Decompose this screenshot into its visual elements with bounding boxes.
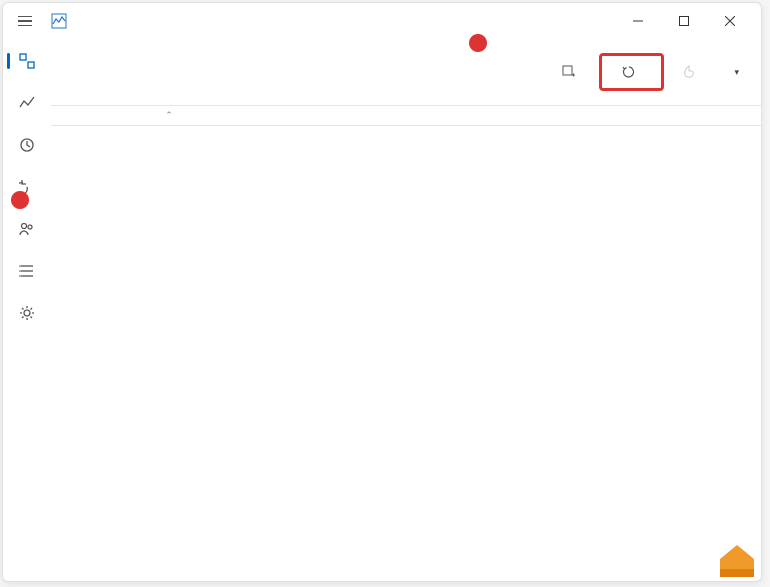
hamburger-menu-button[interactable] <box>11 7 39 35</box>
chevron-down-icon: ▾ <box>734 67 739 78</box>
table-body <box>51 134 761 581</box>
process-table: ⌃ <box>51 105 761 581</box>
efficiency-icon <box>682 65 696 79</box>
sort-caret-icon: ⌃ <box>165 110 173 121</box>
maximize-button[interactable] <box>661 5 707 37</box>
processes-icon <box>19 53 35 69</box>
performance-icon <box>19 95 35 111</box>
col-header-net[interactable] <box>615 106 687 125</box>
watermark-house-icon <box>716 539 758 581</box>
app-icon <box>51 13 67 29</box>
col-header-disk[interactable] <box>543 106 615 125</box>
restart-icon <box>622 65 636 79</box>
col-header-cpu[interactable] <box>399 106 471 125</box>
col-header-name[interactable]: ⌃ <box>51 106 281 125</box>
view-button[interactable]: ▾ <box>719 61 749 84</box>
main-area: ▾ ⌃ <box>51 39 761 581</box>
watermark <box>716 539 764 581</box>
history-icon <box>19 137 35 153</box>
restart-task-button[interactable] <box>599 53 664 91</box>
details-icon <box>19 263 35 279</box>
sidebar <box>3 39 51 581</box>
run-new-task-button[interactable] <box>552 59 591 85</box>
sidebar-processes[interactable] <box>7 43 47 79</box>
sidebar-services[interactable] <box>7 295 47 331</box>
name-header-label <box>51 126 761 134</box>
table-header: ⌃ <box>51 106 761 126</box>
minimize-button[interactable] <box>615 5 661 37</box>
col-header-mem[interactable] <box>471 106 543 125</box>
users-icon <box>19 221 35 237</box>
sidebar-users[interactable] <box>7 211 47 247</box>
callout-badge-2 <box>469 34 487 52</box>
sidebar-app-history[interactable] <box>7 127 47 163</box>
services-icon <box>19 305 35 321</box>
col-header-status[interactable] <box>281 106 399 125</box>
close-button[interactable] <box>707 5 753 37</box>
callout-badge-1 <box>11 191 29 209</box>
run-new-icon <box>562 65 576 79</box>
task-manager-window: ▾ ⌃ <box>2 2 762 582</box>
sidebar-details[interactable] <box>7 253 47 289</box>
titlebar <box>3 3 761 39</box>
sidebar-performance[interactable] <box>7 85 47 121</box>
efficiency-mode-button[interactable] <box>672 59 711 85</box>
